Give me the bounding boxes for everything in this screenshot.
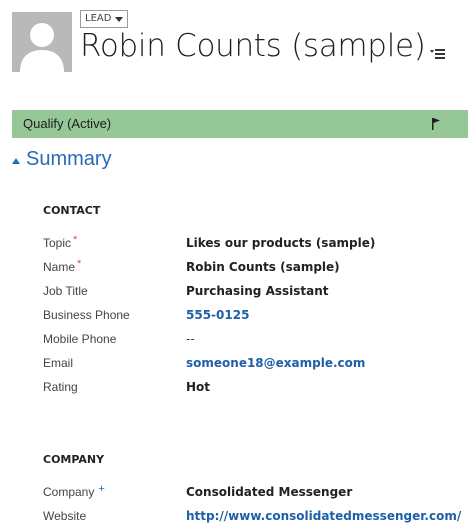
field-label-mobile-phone: Mobile Phone: [43, 332, 117, 346]
field-value-name[interactable]: Robin Counts (sample): [186, 260, 340, 274]
field-label-name: Name *: [43, 258, 82, 274]
field-value-topic[interactable]: Likes our products (sample): [186, 236, 375, 250]
entity-type-label: LEAD: [85, 13, 112, 24]
required-marker: *: [77, 258, 82, 270]
entity-type-dropdown[interactable]: LEAD: [80, 10, 129, 28]
process-stage-label: Qualify (Active): [23, 116, 112, 131]
avatar-image[interactable]: [12, 12, 72, 72]
chevron-down-icon: [115, 16, 124, 22]
required-marker: *: [73, 234, 78, 246]
record-title: Robin Counts (sample): [80, 28, 426, 64]
field-value-rating[interactable]: Hot: [186, 380, 210, 394]
field-value-mobile-phone[interactable]: --: [186, 332, 195, 346]
collapse-triangle-icon: [12, 158, 20, 164]
field-label-business-phone: Business Phone: [43, 308, 130, 322]
recommended-marker: +: [98, 483, 105, 495]
summary-section-toggle[interactable]: Summary: [12, 148, 112, 171]
person-icon: [20, 23, 64, 72]
field-value-website[interactable]: http://www.consolidatedmessenger.com/: [186, 509, 461, 523]
field-label-company: Company +: [43, 483, 105, 499]
field-label-job-title: Job Title: [43, 284, 88, 298]
field-value-email[interactable]: someone18@example.com: [186, 356, 365, 370]
field-label-topic: Topic *: [43, 234, 78, 250]
contact-group-title: CONTACT: [43, 204, 101, 217]
section-title: Summary: [26, 148, 112, 170]
list-menu-icon[interactable]: [430, 47, 446, 61]
flag-icon[interactable]: [430, 117, 442, 131]
field-value-business-phone[interactable]: 555-0125: [186, 308, 249, 322]
field-value-job-title[interactable]: Purchasing Assistant: [186, 284, 329, 298]
process-stage-bar[interactable]: Qualify (Active): [12, 110, 468, 138]
field-label-website: Website: [43, 509, 87, 523]
field-value-company[interactable]: Consolidated Messenger: [186, 485, 352, 499]
company-group-title: COMPANY: [43, 453, 105, 466]
field-label-rating: Rating: [43, 380, 78, 394]
field-label-email: Email: [43, 356, 74, 370]
lead-form: LEAD Robin Counts (sample) Qualify (Acti…: [0, 0, 468, 529]
